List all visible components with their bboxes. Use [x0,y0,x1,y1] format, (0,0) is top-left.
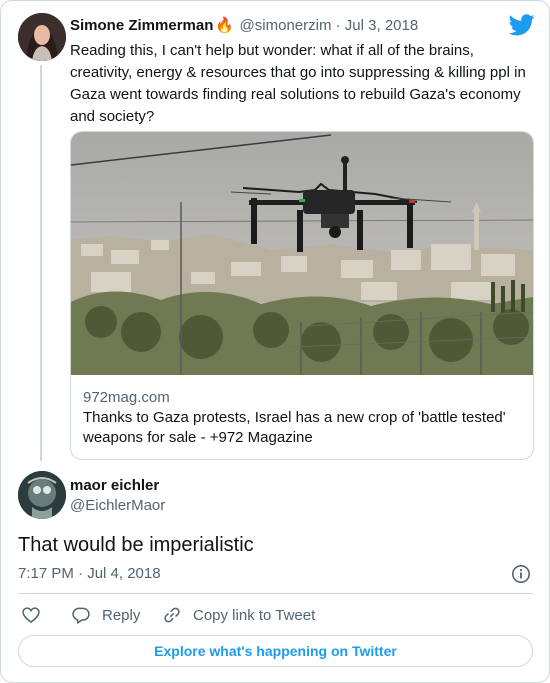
link-title: Thanks to Gaza protests, Israel has a ne… [83,409,506,446]
reply-bubble-icon [72,607,90,624]
thread-connector-line [40,65,42,461]
link-icon [164,607,180,623]
reply-tweet-text: That would be imperialistic [18,534,254,556]
like-button[interactable] [21,603,52,627]
quoted-tweet-header: Simone Zimmerman 🔥 @simonerzim · Jul 3, 2… [70,15,510,37]
info-icon[interactable] [511,564,531,584]
quoted-author-handle[interactable]: @simonerzim [240,17,332,34]
copy-link-label: Copy link to Tweet [193,606,316,624]
reply-author-name[interactable]: maor eichler [70,476,159,496]
reply-author-avatar[interactable] [18,471,66,519]
quoted-author-avatar[interactable] [18,13,66,61]
heart-icon [22,607,40,624]
reply-button-label: Reply [102,606,141,624]
quoted-tweet-date[interactable]: Jul 3, 2018 [345,17,418,34]
reply-timestamp[interactable]: 7:17 PM · Jul 4, 2018 [18,564,161,584]
embedded-tweet-card: Simone Zimmerman 🔥 @simonerzim · Jul 3, 2… [0,0,550,683]
reply-button[interactable]: Reply [71,603,140,627]
quoted-author-name[interactable]: Simone Zimmerman [70,17,213,34]
link-preview-card[interactable]: 972mag.com Thanks to Gaza protests, Isra… [70,131,534,460]
reply-author-handle[interactable]: @EichlerMaor [70,496,165,516]
fire-emoji: 🔥 [215,17,235,34]
link-domain: 972mag.com [83,389,170,406]
quoted-tweet-text: Reading this, I can't help but wonder: w… [70,42,526,125]
copy-link-button[interactable]: Copy link to Tweet [162,603,315,627]
header-separator: · [335,17,341,34]
explore-twitter-button[interactable]: Explore what's happening on Twitter [18,635,533,667]
drone-photo [71,132,533,375]
actions-divider [18,593,533,594]
twitter-bird-icon[interactable] [509,14,535,36]
